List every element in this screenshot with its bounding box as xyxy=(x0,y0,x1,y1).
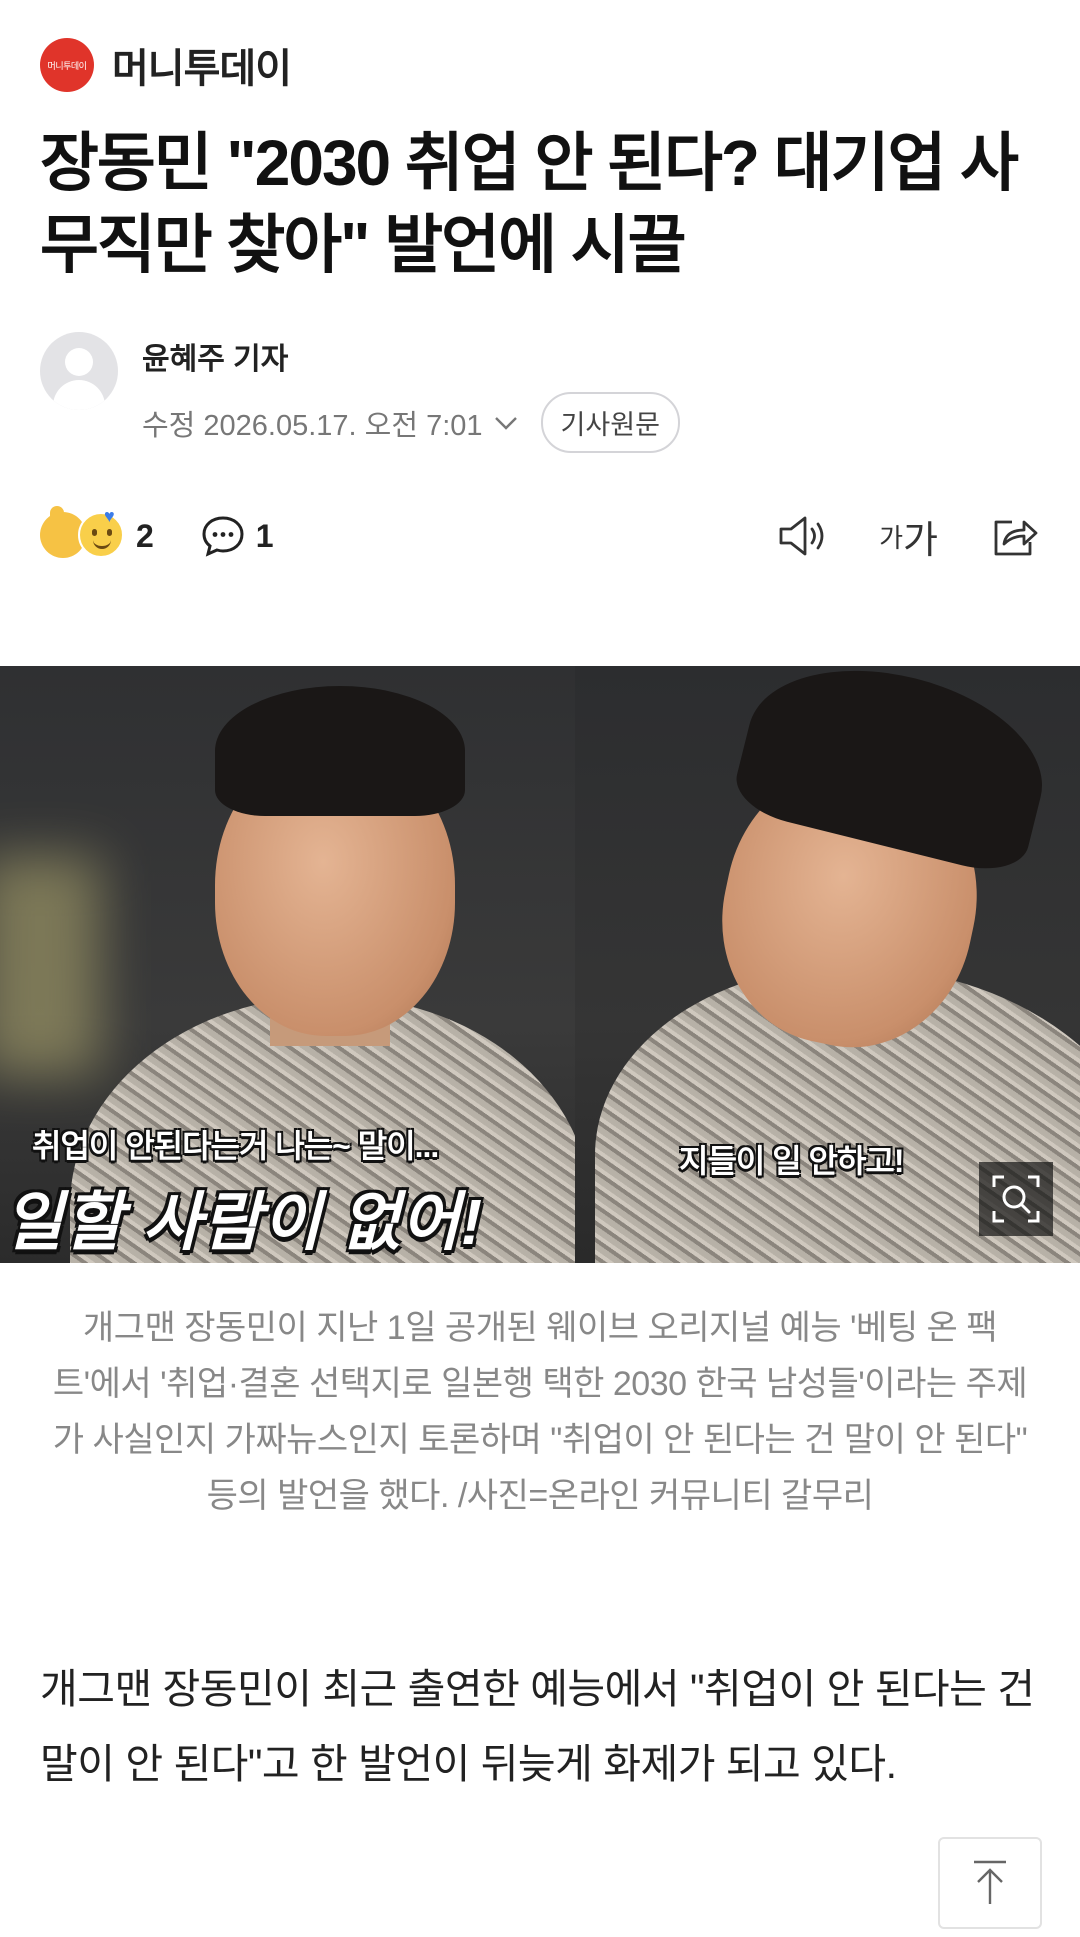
font-size-small-label: 가 xyxy=(879,522,904,553)
updated-date: 수정 2026.05.17. 오전 7:01 xyxy=(142,409,483,442)
photo-subtitle-left: 취업이 안된다는거 나는~ 말이... xyxy=(32,1128,439,1164)
reporter-avatar[interactable] xyxy=(40,332,118,410)
speech-bubble-icon xyxy=(202,516,244,557)
original-article-button[interactable]: 기사원문 xyxy=(540,392,680,453)
updated-date-toggle[interactable]: 수정 2026.05.17. 오전 7:01 xyxy=(142,402,519,444)
speaker-icon xyxy=(779,516,824,556)
photo-panel-left: 취업이 안된다는거 나는~ 말이... 일할 사람이 없어! xyxy=(0,666,575,1263)
font-size-big-label: 가 xyxy=(903,519,938,562)
share-button[interactable] xyxy=(990,514,1040,558)
reaction-count: 2 xyxy=(136,517,154,554)
zoom-icon xyxy=(992,1175,1040,1223)
listen-button[interactable] xyxy=(777,514,827,558)
arrow-up-icon xyxy=(974,1860,1006,1904)
reporter-name[interactable]: 윤혜주 기자 xyxy=(142,334,680,378)
share-icon xyxy=(994,520,1038,556)
action-bar: ♥ 2 1 가가 xyxy=(40,506,1040,564)
article-body: 개그맨 장동민이 최근 출연한 예능에서 "취업이 안 된다는 건 말이 안 된… xyxy=(40,1666,1035,1787)
comment-count: 1 xyxy=(255,517,274,554)
photo-caption: 개그맨 장동민이 지난 1일 공개된 웨이브 오리지널 예능 '베팅 온 팩트'… xyxy=(52,1309,1028,1515)
photo-subtitle-right: 지들이 일 안하고! xyxy=(679,1143,905,1179)
photo-subtitle-left-big: 일할 사람이 없어! xyxy=(4,1186,484,1258)
brand-logo: 머니투데이 xyxy=(40,38,94,92)
brand-header[interactable]: 머니투데이 머니투데이 xyxy=(40,36,292,94)
reaction-button[interactable]: ♥ 2 xyxy=(40,506,154,564)
article-photo[interactable]: 취업이 안된다는거 나는~ 말이... 일할 사람이 없어! 지들이 일 안하고… xyxy=(0,666,1080,1263)
reaction-emoji-icon: ♥ xyxy=(40,506,126,564)
byline: 윤혜주 기자 수정 2026.05.17. 오전 7:01 기사원문 xyxy=(40,332,680,453)
font-size-button[interactable]: 가가 xyxy=(879,509,938,564)
zoom-button[interactable] xyxy=(979,1162,1053,1236)
chevron-down-icon xyxy=(494,416,517,430)
brand-name: 머니투데이 xyxy=(112,47,292,91)
scroll-top-button[interactable] xyxy=(938,1837,1042,1929)
article-headline: 장동민 "2030 취업 안 된다? 대기업 사무직만 찾아" 발언에 시끌 xyxy=(40,127,1019,281)
comment-button[interactable]: 1 xyxy=(200,513,274,559)
